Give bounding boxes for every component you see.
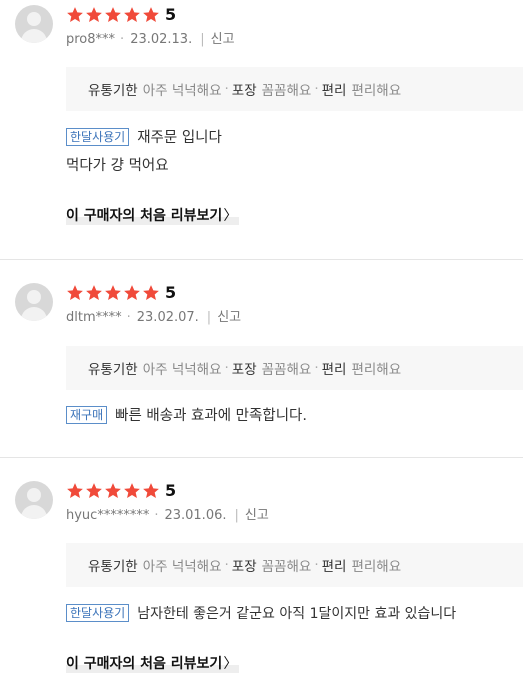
star-icon	[66, 482, 84, 500]
option-key: 포장	[231, 362, 257, 378]
star-icon	[66, 284, 84, 302]
option-key: 편리	[321, 362, 347, 378]
option-value: 꼼꼼해요	[261, 559, 312, 575]
report-link[interactable]: 신고	[217, 310, 241, 325]
chevron-right-icon: 〉	[223, 656, 238, 672]
option-key: 유통기한	[88, 83, 138, 99]
option-key: 편리	[321, 559, 347, 575]
review-meta: pro8*** · 23.02.13. | 신고	[66, 32, 235, 48]
star-icon	[85, 6, 103, 24]
meta-dot: ·	[126, 310, 131, 325]
rating-score: 5	[165, 5, 177, 24]
star-icon	[123, 482, 141, 500]
avatar	[15, 283, 53, 321]
star-icon	[142, 482, 160, 500]
review-date: 23.01.06.	[164, 508, 227, 523]
review-text-line: 남자한테 좋은거 같군요 아직 1달이지만 효과 있습니다	[137, 606, 457, 622]
option-value: 아주 넉넉해요	[142, 83, 222, 99]
reviewer-id: dltm****	[66, 310, 122, 325]
meta-dot: ·	[154, 508, 159, 523]
option-value: 편리해요	[351, 559, 402, 575]
star-icon	[123, 6, 141, 24]
star-icon	[104, 6, 122, 24]
review-text-line: 먹다가 걍 먹어요	[66, 158, 169, 174]
report-link[interactable]: 신고	[211, 32, 235, 47]
rating-score: 5	[165, 283, 177, 302]
review-badge: 한달사용기	[66, 128, 130, 146]
review-badge: 한달사용기	[66, 604, 130, 622]
star-rating	[66, 6, 161, 24]
review-badge: 재구매	[66, 406, 108, 424]
report-link[interactable]: 신고	[245, 508, 269, 523]
star-icon	[142, 6, 160, 24]
reviewer-id: pro8***	[66, 32, 116, 47]
option-summary: 유통기한 아주 넉넉해요 · 포장 꼼꼼해요 · 편리 편리해요	[66, 346, 523, 390]
star-icon	[123, 284, 141, 302]
review-text: 한달사용기 남자한테 좋은거 같군요 아직 1달이지만 효과 있습니다	[66, 604, 456, 624]
meta-divider: |	[234, 508, 239, 523]
chevron-right-icon: 〉	[223, 208, 238, 224]
option-summary: 유통기한 아주 넉넉해요 · 포장 꼼꼼해요 · 편리 편리해요	[66, 543, 523, 587]
review-text: 재구매 빠른 배송과 효과에 만족합니다.	[66, 406, 307, 426]
option-value: 편리해요	[351, 83, 402, 99]
review-date: 23.02.07.	[136, 310, 199, 325]
review-meta: dltm**** · 23.02.07. | 신고	[66, 310, 241, 326]
option-summary: 유통기한 아주 넉넉해요 · 포장 꼼꼼해요 · 편리 편리해요	[66, 67, 523, 111]
meta-dot: ·	[120, 32, 125, 47]
star-rating	[66, 482, 161, 500]
star-icon	[85, 482, 103, 500]
review-meta: hyuc******** · 23.01.06. | 신고	[66, 508, 269, 524]
star-rating	[66, 284, 161, 302]
option-key: 포장	[231, 559, 257, 575]
review-text-line: 재주문 입니다	[137, 130, 222, 146]
star-icon	[142, 284, 160, 302]
option-value: 아주 넉넉해요	[142, 362, 222, 378]
option-key: 유통기한	[88, 362, 138, 378]
avatar	[15, 5, 53, 43]
option-value: 편리해요	[351, 362, 402, 378]
divider	[0, 259, 523, 260]
rating-score: 5	[165, 481, 177, 500]
meta-divider: |	[206, 310, 212, 325]
star-icon	[104, 284, 122, 302]
review-date: 23.02.13.	[130, 32, 193, 47]
first-review-label: 이 구매자의 처음 리뷰보기	[66, 208, 223, 224]
star-icon	[66, 6, 84, 24]
option-key: 편리	[321, 83, 347, 99]
first-review-label: 이 구매자의 처음 리뷰보기	[66, 656, 223, 672]
first-review-link[interactable]: 이 구매자의 처음 리뷰보기〉	[66, 207, 240, 225]
reviewer-id: hyuc********	[66, 508, 150, 523]
option-value: 아주 넉넉해요	[142, 559, 222, 575]
meta-divider: |	[200, 32, 205, 47]
divider	[0, 457, 523, 458]
option-value: 꼼꼼해요	[261, 83, 312, 99]
review-text: 한달사용기 재주문 입니다	[66, 128, 222, 148]
first-review-link[interactable]: 이 구매자의 처음 리뷰보기〉	[66, 655, 240, 673]
star-icon	[104, 482, 122, 500]
option-key: 유통기한	[88, 559, 138, 575]
option-value: 꼼꼼해요	[261, 362, 312, 378]
review-text-line: 빠른 배송과 효과에 만족합니다.	[115, 408, 307, 424]
avatar	[15, 481, 53, 519]
option-key: 포장	[231, 83, 257, 99]
star-icon	[85, 284, 103, 302]
